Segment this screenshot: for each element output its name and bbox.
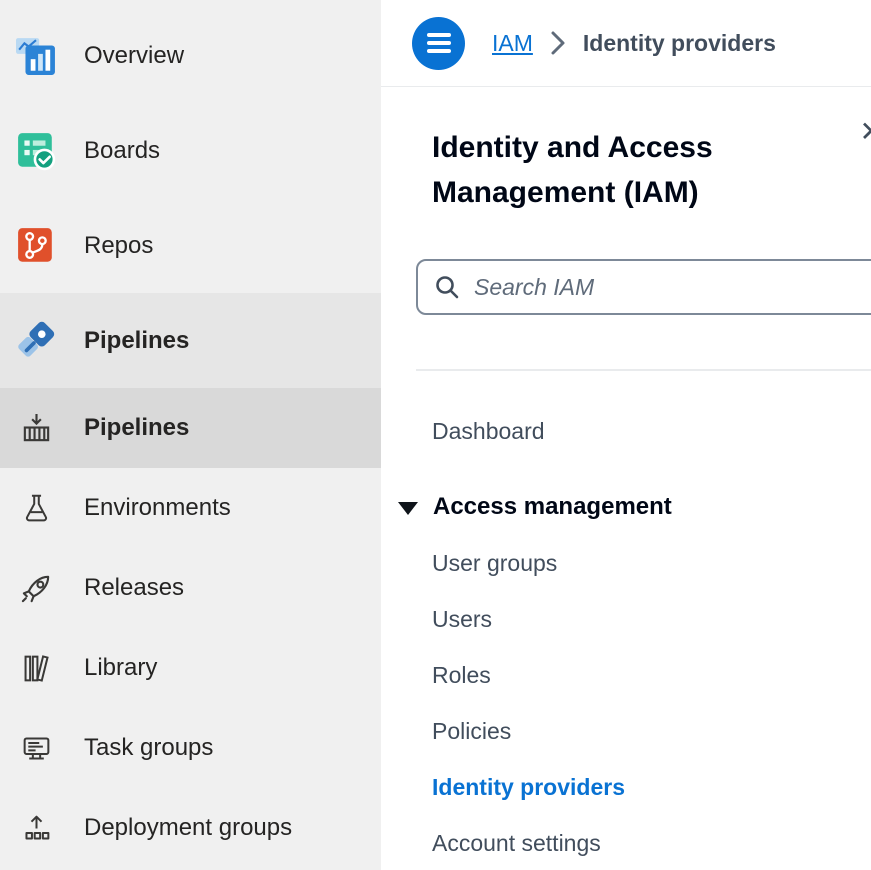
library-icon — [15, 647, 57, 689]
repos-icon — [15, 225, 57, 267]
iam-top-bar: IAM Identity providers — [381, 0, 871, 87]
sidebar-item-label: Releases — [84, 574, 184, 602]
nav-section-label: Access management — [433, 493, 672, 521]
sidebar-item-pipelines[interactable]: Pipelines — [0, 293, 381, 388]
sidebar-item-label: Pipelines — [84, 414, 189, 442]
search-icon — [434, 274, 460, 300]
sidebar-item-environments[interactable]: Environments — [0, 468, 381, 548]
sidebar-item-boards[interactable]: Boards — [0, 103, 381, 198]
nav-item-dashboard[interactable]: Dashboard — [398, 403, 871, 459]
triangle-down-icon — [398, 502, 418, 515]
sidebar-item-pipelines-classic[interactable]: Pipelines — [0, 388, 381, 468]
iam-nav: Dashboard Access management User groups … — [398, 403, 871, 870]
breadcrumb: IAM Identity providers — [492, 30, 776, 57]
overview-icon — [15, 35, 57, 77]
deployment-groups-icon — [15, 807, 57, 849]
search-input[interactable] — [474, 274, 867, 301]
nav-item-roles[interactable]: Roles — [398, 647, 871, 703]
task-groups-icon — [15, 727, 57, 769]
nav-item-policies[interactable]: Policies — [398, 703, 871, 759]
breadcrumb-link-iam[interactable]: IAM — [492, 30, 533, 57]
nav-item-identity-providers[interactable]: Identity providers — [398, 759, 871, 815]
sidebar-item-overview[interactable]: Overview — [0, 8, 381, 103]
nav-item-user-groups[interactable]: User groups — [398, 535, 871, 591]
hamburger-icon — [427, 33, 451, 37]
sidebar-item-label: Library — [84, 654, 157, 682]
sidebar-item-label: Overview — [84, 42, 184, 70]
chevron-right-icon — [550, 30, 566, 56]
hamburger-menu-button[interactable] — [412, 17, 465, 70]
sidebar-item-deployment-groups[interactable]: Deployment groups — [0, 788, 381, 868]
sidebar-item-releases[interactable]: Releases — [0, 548, 381, 628]
boards-icon — [15, 130, 57, 172]
nav-item-label: Account settings — [432, 830, 601, 857]
sidebar-item-label: Boards — [84, 137, 160, 165]
close-icon[interactable]: ✕ — [860, 115, 871, 148]
breadcrumb-current: Identity providers — [583, 30, 776, 57]
sidebar-item-label: Deployment groups — [84, 814, 292, 842]
nav-item-label: Users — [432, 606, 492, 633]
page-title: Identity and Access Management (IAM) — [432, 125, 802, 215]
iam-content: Identity and Access Management (IAM) ✕ D… — [381, 87, 871, 870]
nav-item-label: Policies — [432, 718, 511, 745]
releases-icon — [15, 567, 57, 609]
sidebar-item-label: Pipelines — [84, 327, 189, 355]
nav-item-label: Identity providers — [432, 774, 625, 801]
nav-section-access-management[interactable]: Access management — [398, 479, 871, 535]
nav-item-label: Roles — [432, 662, 491, 689]
nav-item-users[interactable]: Users — [398, 591, 871, 647]
iam-panel: IAM Identity providers Identity and Acce… — [381, 0, 871, 870]
azure-devops-sidebar: Overview Boards Repos — [0, 0, 381, 870]
sidebar-item-repos[interactable]: Repos — [0, 198, 381, 293]
sidebar-item-label: Environments — [84, 494, 231, 522]
nav-item-account-settings[interactable]: Account settings — [398, 815, 871, 870]
sidebar-item-label: Repos — [84, 232, 153, 260]
section-divider — [416, 369, 871, 371]
pipelines-icon — [15, 320, 57, 362]
nav-item-label: Dashboard — [432, 418, 545, 445]
pipelines-classic-icon — [15, 407, 57, 449]
nav-item-label: User groups — [432, 550, 557, 577]
environments-icon — [15, 487, 57, 529]
sidebar-item-label: Task groups — [84, 734, 213, 762]
sidebar-item-task-groups[interactable]: Task groups — [0, 708, 381, 788]
search-box[interactable] — [416, 259, 871, 315]
sidebar-item-library[interactable]: Library — [0, 628, 381, 708]
